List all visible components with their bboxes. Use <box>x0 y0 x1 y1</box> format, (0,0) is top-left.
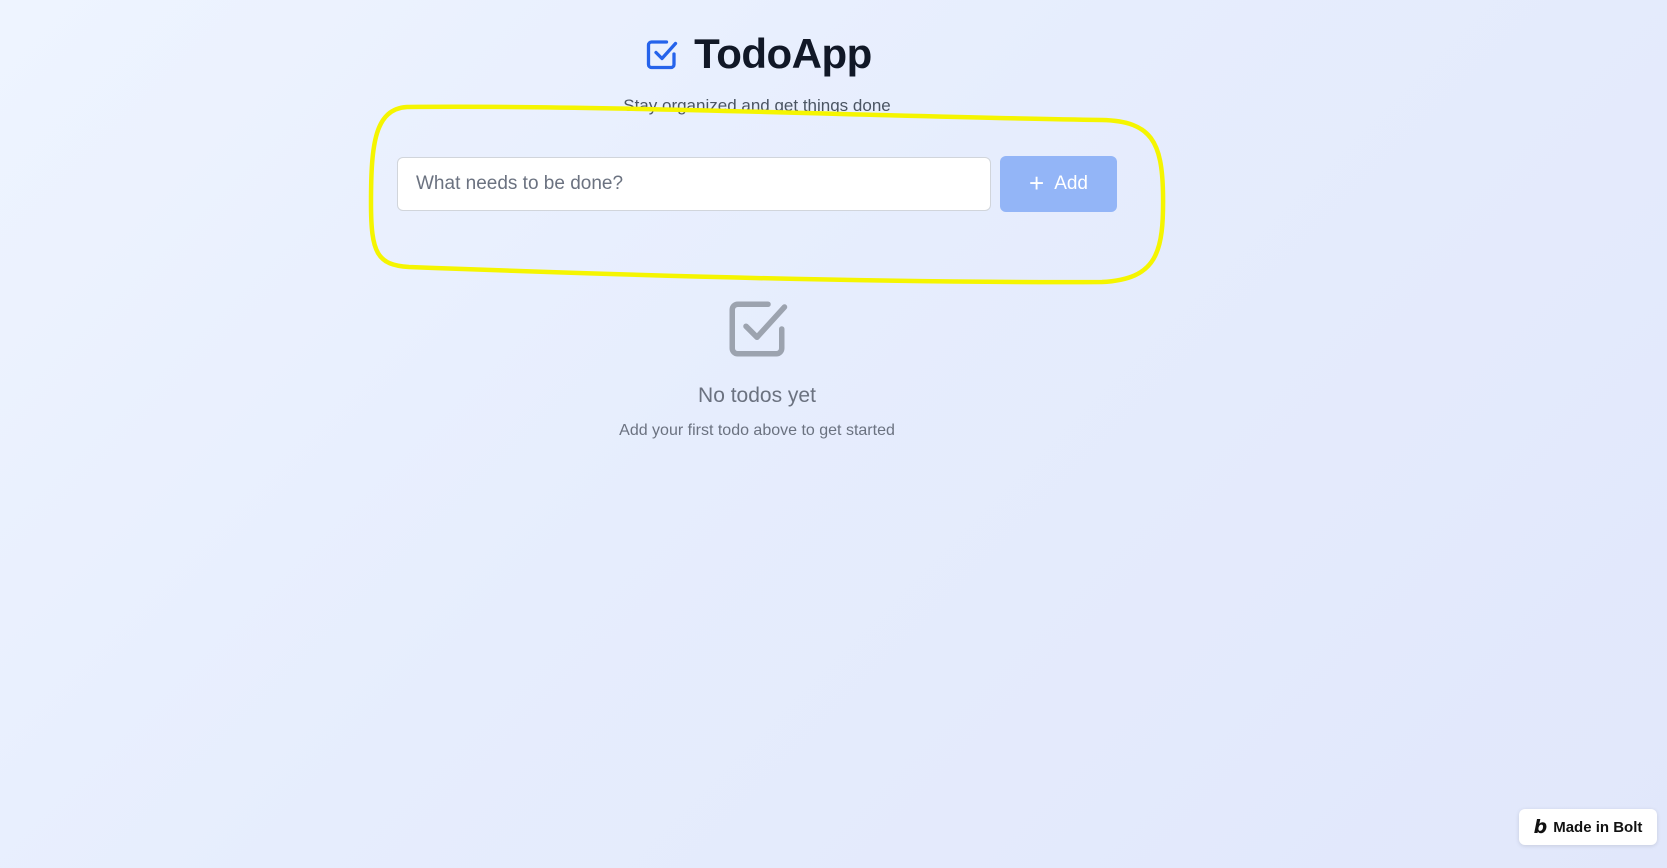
todo-input[interactable] <box>397 157 991 211</box>
empty-state-title: No todos yet <box>698 384 816 407</box>
add-button-label: Add <box>1054 173 1088 194</box>
plus-icon: + <box>1029 167 1045 198</box>
add-todo-form: + Add <box>397 156 1117 212</box>
checkbox-checked-icon <box>644 36 680 72</box>
empty-state: No todos yet Add your first todo above t… <box>0 296 1514 440</box>
checkbox-checked-icon <box>724 296 790 362</box>
made-in-bolt-badge[interactable]: b Made in Bolt <box>1519 809 1657 845</box>
header-title-group: TodoApp <box>644 30 872 78</box>
app-title: TodoApp <box>694 30 872 77</box>
bolt-logo-icon: b <box>1533 816 1548 838</box>
header: TodoApp <box>0 30 1516 78</box>
app-subtitle: Stay organized and get things done <box>623 96 891 115</box>
add-button[interactable]: + Add <box>1000 156 1117 212</box>
made-in-bolt-label: Made in Bolt <box>1553 818 1643 836</box>
empty-state-description: Add your first todo above to get started <box>619 422 895 439</box>
